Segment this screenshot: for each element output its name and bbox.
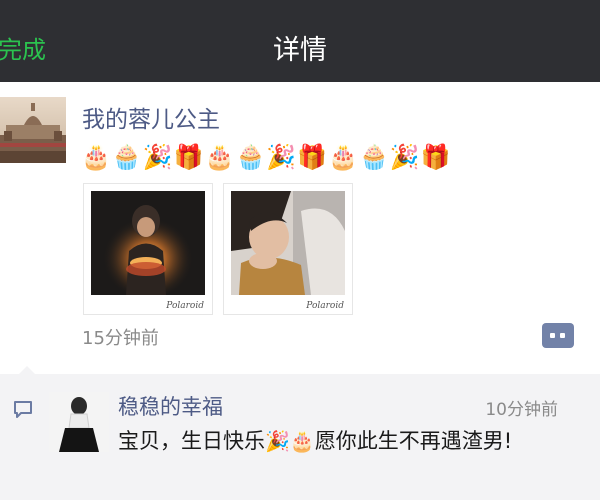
post-photo-1[interactable]: Polaroid [83, 183, 213, 315]
poster-avatar[interactable] [0, 97, 66, 163]
gift-icon: 🎁 [420, 143, 452, 171]
page-title: 详情 [273, 35, 327, 66]
cupcake-icon: 🧁 [235, 143, 267, 171]
cupcake-icon: 🧁 [359, 143, 390, 171]
comment-dots-icon[interactable] [542, 323, 574, 348]
comment-bubble-icon [14, 401, 32, 418]
emoji-row: 🎂🧁🎉🎁🎂🧁🎉🎁🎂🧁🎉🎁 [81, 138, 511, 176]
party-popper-icon: 🎉 [389, 143, 421, 171]
photo-signature: Polaroid [306, 301, 344, 311]
poster-name[interactable]: 我的蓉儿公主 [82, 100, 220, 134]
party-popper-icon: 🎉 [265, 429, 290, 453]
comment-text-part1: 宝贝，生日快乐 [118, 429, 265, 453]
comment-time: 10分钟前 [485, 400, 558, 420]
cupcake-icon: 🧁 [111, 143, 143, 171]
comment-text-part2: 愿你此生不再遇渣男! [314, 429, 513, 453]
commenter-avatar[interactable] [49, 392, 109, 452]
post-timestamp: 15分钟前 [82, 328, 159, 349]
birthday-cake-icon: 🎂 [81, 143, 112, 171]
birthday-cake-icon: 🎂 [328, 143, 360, 171]
party-popper-icon: 🎉 [266, 143, 298, 171]
post-photo-2[interactable]: Polaroid [223, 183, 353, 315]
photo-signature: Polaroid [166, 301, 204, 311]
commenter-name[interactable]: 稳稳的幸福 [118, 391, 223, 421]
comment-text: 宝贝，生日快乐🎉🎂愿你此生不再遇渣男! [118, 425, 558, 457]
nav-bar: 完成 详情 [0, 0, 600, 82]
gift-icon: 🎁 [173, 143, 205, 171]
gift-icon: 🎁 [297, 143, 329, 171]
party-popper-icon: 🎉 [142, 143, 174, 171]
birthday-cake-icon: 🎂 [204, 143, 236, 171]
birthday-cake-icon: 🎂 [289, 429, 315, 453]
